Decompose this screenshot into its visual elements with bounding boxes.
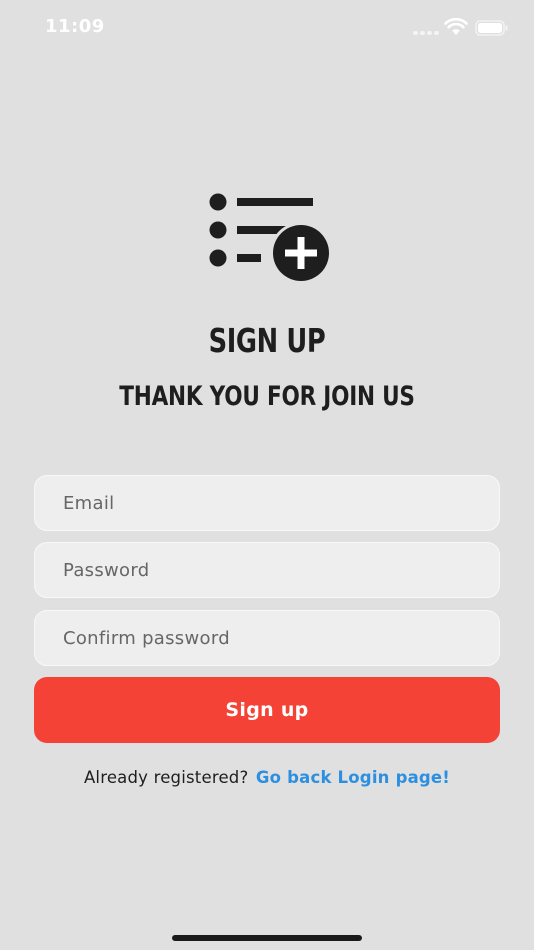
confirm-password-field[interactable] [34,610,500,666]
email-field[interactable] [34,475,500,531]
status-time: 11:09 [45,16,105,37]
wifi-icon [444,18,468,35]
add-list-icon [209,193,332,284]
login-prompt-text: Already registered? [83,768,249,787]
signup-button[interactable]: Sign up [34,677,500,743]
home-indicator[interactable] [172,935,362,941]
status-bar: 11:09 [0,0,534,56]
battery-icon [475,20,508,36]
cellular-signal-icon [413,29,439,35]
login-prompt: Already registered? Go back Login page! [0,768,534,787]
page-subtitle: THANK YOU FOR JOIN US [119,381,415,412]
page-title: SIGN UP [208,321,326,360]
go-back-login-link[interactable]: Go back Login page! [256,768,450,787]
password-field[interactable] [34,542,500,598]
